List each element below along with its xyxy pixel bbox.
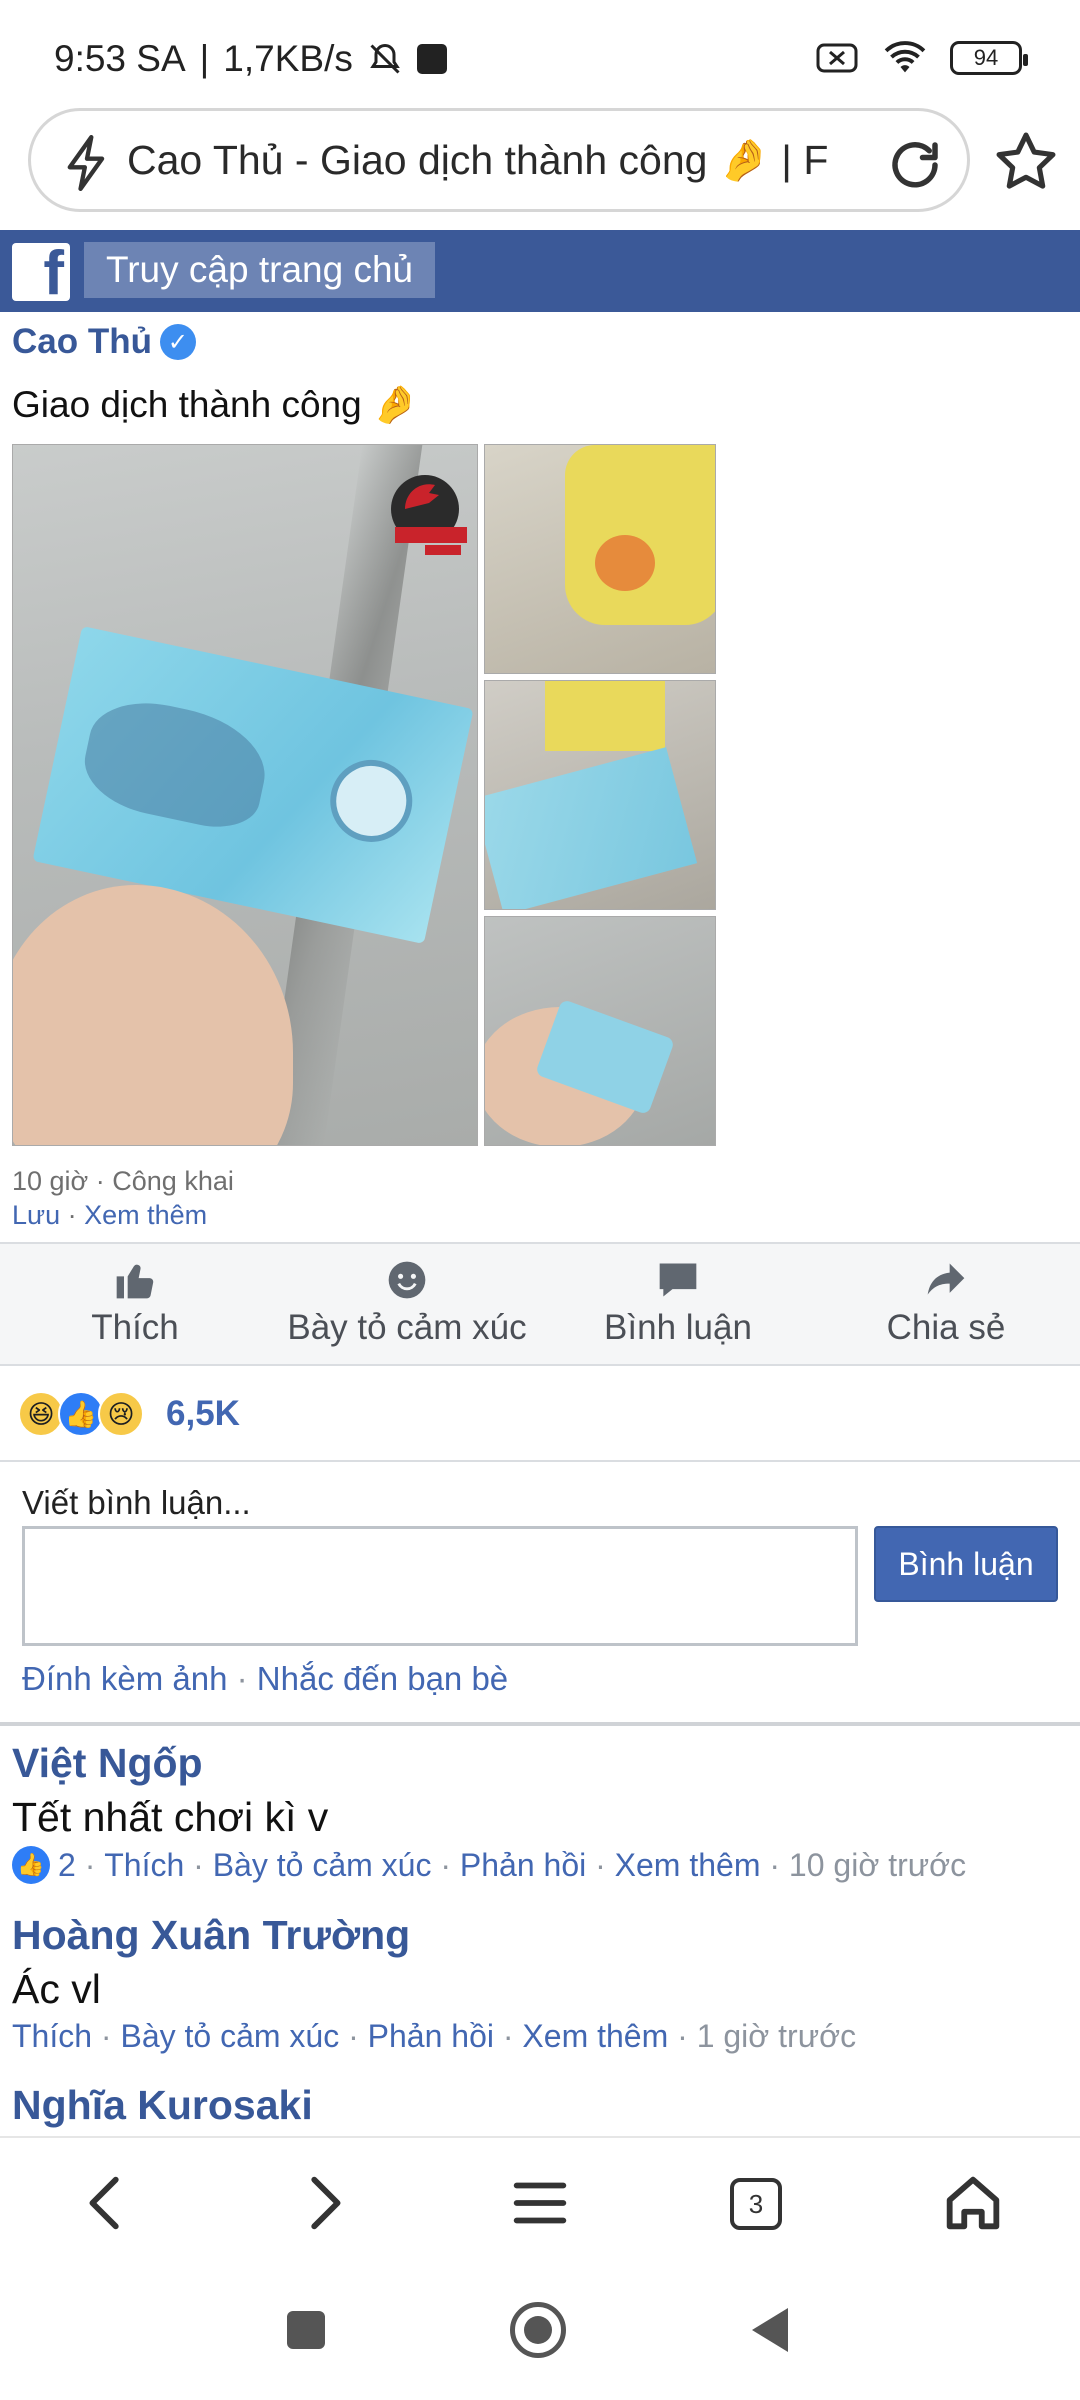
- status-network-speed: 1,7KB/s: [223, 38, 353, 79]
- divider: [0, 1460, 1080, 1462]
- comment-time: 10 giờ trước: [788, 1846, 967, 1883]
- home-circle-inner: [524, 2316, 552, 2344]
- comment-react-link[interactable]: Bày tỏ cảm xúc: [120, 2018, 339, 2055]
- recent-apps-icon[interactable]: [287, 2311, 325, 2349]
- post-visibility: Công khai: [112, 1166, 234, 1196]
- comment-like-link[interactable]: Thích: [104, 1847, 184, 1884]
- forward-arrow-icon[interactable]: [288, 2168, 358, 2238]
- reactions-summary[interactable]: 😆 👍 😢 6,5K: [18, 1384, 240, 1444]
- tabs-button[interactable]: 3: [730, 2178, 800, 2248]
- post-photo-thumb-3[interactable]: [484, 916, 716, 1146]
- comment-label: Viết bình luận...: [22, 1484, 251, 1521]
- like-button[interactable]: Thích: [60, 1258, 210, 1348]
- wifi-icon: [884, 41, 926, 73]
- post-author[interactable]: Cao Thủ ✓: [12, 322, 196, 362]
- hand-shape: [13, 885, 293, 1145]
- thumbs-up-icon: [116, 1264, 154, 1299]
- back-arrow-icon[interactable]: [72, 2168, 142, 2238]
- data-off-icon: [816, 43, 858, 73]
- photo-shape: [545, 681, 665, 751]
- browser-toolbar: 3: [0, 2136, 1080, 2266]
- facebook-logo-icon[interactable]: f: [12, 243, 70, 301]
- facebook-header: f Truy cập trang chủ: [0, 230, 1080, 312]
- comment-react-link[interactable]: Bày tỏ cảm xúc: [213, 1847, 432, 1884]
- see-more-link[interactable]: Xem thêm: [84, 1200, 207, 1230]
- system-navigation-bar: [0, 2266, 1080, 2400]
- post-photo-thumb-1[interactable]: [484, 444, 716, 674]
- notification-square-icon: [416, 44, 447, 74]
- comment-actions: 👍 2 · Thích · Bày tỏ cảm xúc · Phản hồi …: [12, 1846, 966, 1884]
- home-link[interactable]: Truy cập trang chủ: [84, 242, 436, 298]
- comment-button[interactable]: Bình luận: [588, 1258, 768, 1348]
- comment-author[interactable]: Việt Ngốp: [12, 1740, 203, 1787]
- comment-author[interactable]: Hoàng Xuân Trường: [12, 1912, 410, 1959]
- status-divider: |: [199, 38, 210, 79]
- mention-friends-link[interactable]: Nhắc đến bạn bè: [257, 1660, 508, 1697]
- home-circle-icon[interactable]: [510, 2302, 566, 2358]
- post-time[interactable]: 10 giờ: [12, 1166, 88, 1196]
- comment-time: 1 giờ trước: [696, 2018, 857, 2054]
- post-photo-thumb-2[interactable]: [484, 680, 716, 910]
- lightning-icon[interactable]: [61, 135, 113, 191]
- like-label: Thích: [91, 1308, 179, 1347]
- composer-links: Đính kèm ảnh · Nhắc đến bạn bè: [22, 1660, 509, 1697]
- comment-text: Ác vl: [12, 1966, 101, 2012]
- watermark-logo-icon: [391, 475, 467, 555]
- comment-author[interactable]: Nghĩa Kurosaki: [12, 2082, 313, 2129]
- share-label: Chia sẻ: [886, 1308, 1006, 1347]
- share-arrow-icon: [927, 1263, 965, 1295]
- share-button[interactable]: Chia sẻ: [866, 1258, 1026, 1348]
- comment-reply-link[interactable]: Phản hồi: [368, 2018, 494, 2055]
- menu-icon[interactable]: [505, 2168, 575, 2238]
- comment-more-link[interactable]: Xem thêm: [522, 2018, 668, 2055]
- reload-icon[interactable]: [885, 135, 945, 195]
- post-meta-links: Lưu · Xem thêm: [12, 1200, 208, 1230]
- battery-icon: 94: [950, 41, 1028, 75]
- smile-icon: [388, 1261, 426, 1299]
- comment-text: Tết nhất chơi kì v: [12, 1794, 329, 1840]
- comment-reply-link[interactable]: Phản hồi: [460, 1847, 586, 1884]
- reaction-count[interactable]: 6,5K: [166, 1394, 240, 1434]
- comment-bubble-icon: [659, 1263, 697, 1297]
- comment-like-link[interactable]: Thích: [12, 2018, 92, 2055]
- photo-shape: [565, 445, 715, 625]
- post-photo-main[interactable]: [12, 444, 478, 1146]
- comment-like-count[interactable]: 2: [58, 1847, 76, 1884]
- sad-reaction-icon: 😢: [98, 1391, 144, 1437]
- like-count-icon: 👍: [12, 1846, 50, 1884]
- tabs-count-icon: 3: [730, 2178, 782, 2230]
- comment-label: Bình luận: [604, 1308, 752, 1347]
- verified-badge-icon: ✓: [159, 324, 196, 360]
- photo-shape: [485, 747, 698, 909]
- react-button[interactable]: Bày tỏ cảm xúc: [272, 1258, 542, 1348]
- divider: [0, 1722, 1080, 1726]
- post-text: Giao dịch thành công 🤌: [12, 384, 419, 425]
- save-link[interactable]: Lưu: [12, 1200, 60, 1230]
- status-bar: 9:53 SA | 1,7KB/s 94: [0, 0, 1080, 104]
- bell-off-icon: [370, 43, 400, 74]
- home-icon[interactable]: [938, 2168, 1008, 2238]
- bookmark-star-icon[interactable]: [992, 128, 1060, 196]
- submit-comment-button[interactable]: Bình luận: [874, 1526, 1058, 1602]
- status-time: 9:53 SA: [54, 38, 186, 79]
- status-left: 9:53 SA | 1,7KB/s: [54, 38, 447, 80]
- system-back-icon[interactable]: [748, 2306, 792, 2354]
- post-meta: 10 giờ · Công khai: [12, 1166, 234, 1196]
- attach-photo-link[interactable]: Đính kèm ảnh: [22, 1660, 227, 1697]
- post-actions-bar: Thích Bày tỏ cảm xúc Bình luận Chia sẻ: [0, 1242, 1080, 1366]
- battery-level: 94: [973, 45, 999, 70]
- comment-input[interactable]: [22, 1526, 858, 1646]
- comment-actions: Thích · Bày tỏ cảm xúc · Phản hồi · Xem …: [12, 2018, 857, 2055]
- facebook-logo-letter: f: [43, 243, 64, 301]
- status-right: 94: [816, 40, 1028, 76]
- react-label: Bày tỏ cảm xúc: [287, 1308, 527, 1347]
- photo-shape: [595, 535, 655, 591]
- comment-more-link[interactable]: Xem thêm: [615, 1847, 761, 1884]
- address-bar[interactable]: Cao Thủ - Giao dịch thành công 🤌 | F: [28, 108, 970, 212]
- author-name[interactable]: Cao Thủ: [12, 322, 152, 362]
- page-title-url[interactable]: Cao Thủ - Giao dịch thành công 🤌 | F: [127, 137, 885, 185]
